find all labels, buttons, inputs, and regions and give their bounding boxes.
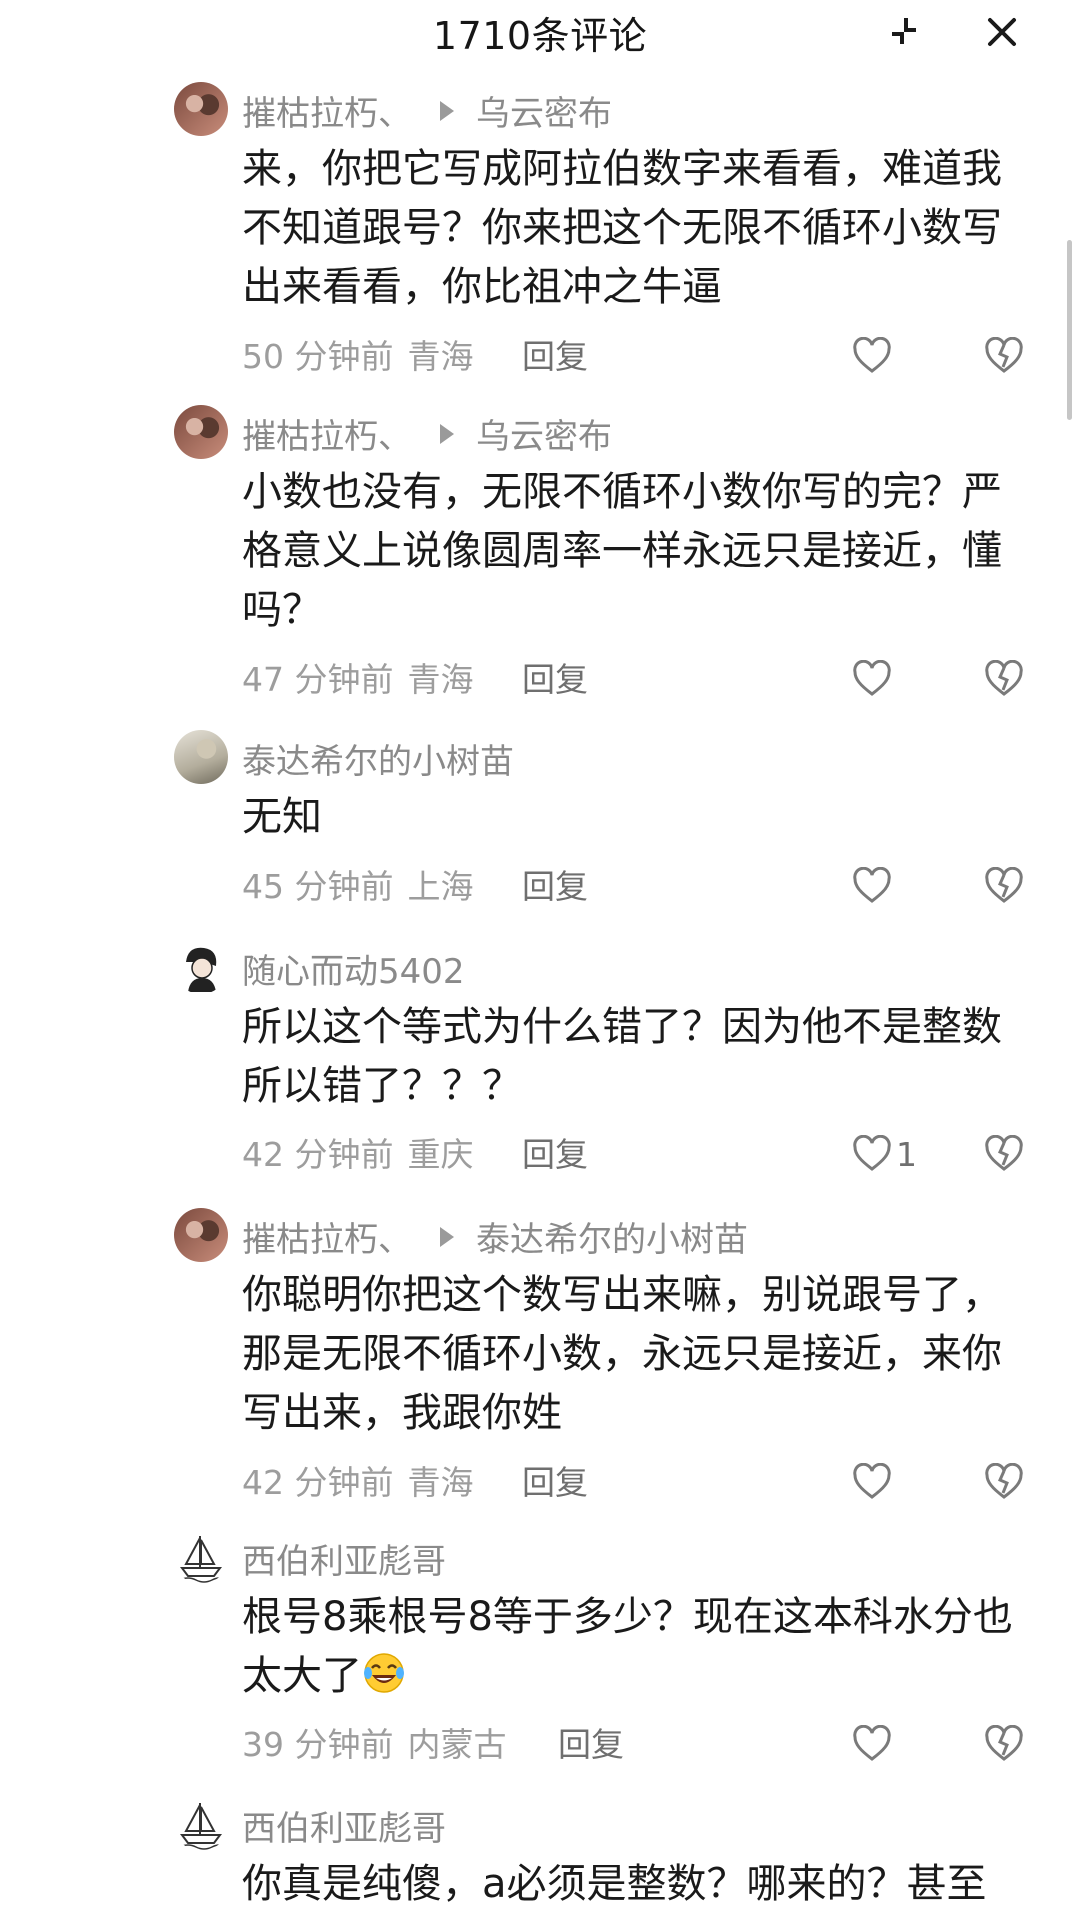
reply-button[interactable]: 回复 — [522, 860, 588, 908]
broken-heart-icon — [985, 337, 1023, 373]
comment-text: 小数也没有，无限不循环小数你写的完？严格意义上说像圆周率一样永远只是接近，懂吗？ — [242, 469, 1002, 633]
like-count: 1 — [896, 1134, 917, 1174]
comment-text: 你真是纯傻，a必须是整数？哪来的？甚至 — [242, 1861, 987, 1907]
heart-icon — [853, 1135, 891, 1171]
comment-time: 42 分钟前 — [242, 1463, 394, 1502]
like-button[interactable]: 1 — [852, 1130, 932, 1178]
dislike-button[interactable] — [980, 1458, 1028, 1506]
comment-text: 无知 — [242, 794, 322, 840]
broken-heart-icon — [985, 1463, 1023, 1499]
comment-location: 青海 — [407, 1463, 474, 1502]
comment-text: 根号8乘根号8等于多少？现在这本科水分也太大了 — [242, 1588, 1032, 1712]
reply-button[interactable]: 回复 — [522, 1128, 588, 1176]
reply-target[interactable]: 乌云密布 — [476, 86, 612, 135]
username[interactable]: 西伯利亚彪哥 — [242, 1801, 446, 1850]
avatar[interactable] — [174, 405, 228, 459]
reply-button[interactable]: 回复 — [558, 1718, 624, 1766]
comment-time: 39 分钟前 — [242, 1725, 394, 1764]
broken-heart-icon — [985, 867, 1023, 903]
avatar[interactable] — [174, 730, 228, 784]
like-button[interactable] — [852, 1720, 900, 1768]
heart-icon — [853, 660, 891, 696]
dislike-button[interactable] — [980, 1720, 1028, 1768]
reply-button[interactable]: 回复 — [522, 653, 588, 701]
username[interactable]: 摧枯拉朽、 — [242, 1212, 412, 1261]
comments-header: 1710条评论 — [0, 0, 1080, 64]
reply-button[interactable]: 回复 — [522, 1456, 588, 1504]
avatar[interactable] — [174, 940, 228, 994]
comment-text: 来，你把它写成阿拉伯数字来看看，难道我不知道跟号？你来把这个无限不循环小数写出来… — [242, 146, 1002, 310]
avatar[interactable] — [174, 1797, 228, 1851]
heart-icon — [853, 867, 891, 903]
comment-location: 青海 — [407, 660, 474, 699]
avatar[interactable] — [174, 1208, 228, 1262]
laughing-tears-emoji — [362, 1651, 406, 1712]
comment-time: 42 分钟前 — [242, 1135, 394, 1174]
username[interactable]: 随心而动5402 — [242, 944, 465, 993]
comment-location: 内蒙古 — [407, 1725, 507, 1764]
avatar[interactable] — [174, 82, 228, 136]
username[interactable]: 泰达希尔的小树苗 — [242, 734, 514, 783]
reply-target[interactable]: 乌云密布 — [476, 409, 612, 458]
like-button[interactable] — [852, 332, 900, 380]
dislike-button[interactable] — [980, 655, 1028, 703]
reply-arrow-icon — [440, 100, 454, 121]
comment-text: 你聪明你把这个数写出来嘛，别说跟号了，那是无限不循环小数，永远只是接近，来你写出… — [242, 1272, 1002, 1436]
heart-icon — [853, 1725, 891, 1761]
broken-heart-icon — [985, 1725, 1023, 1761]
username[interactable]: 摧枯拉朽、 — [242, 86, 412, 135]
reply-arrow-icon — [440, 423, 454, 444]
scrollbar[interactable] — [1067, 240, 1072, 420]
broken-heart-icon — [985, 660, 1023, 696]
like-button[interactable] — [852, 1458, 900, 1506]
comment-location: 上海 — [407, 867, 474, 906]
broken-heart-icon — [985, 1135, 1023, 1171]
heart-icon — [853, 1463, 891, 1499]
reply-target[interactable]: 泰达希尔的小树苗 — [476, 1212, 748, 1261]
comment-time: 47 分钟前 — [242, 660, 394, 699]
comment-text: 所以这个等式为什么错了？因为他不是整数所以错了？？？ — [242, 1004, 1002, 1109]
username[interactable]: 摧枯拉朽、 — [242, 409, 412, 458]
comment-location: 青海 — [407, 337, 474, 376]
heart-icon — [853, 337, 891, 373]
reply-arrow-icon — [440, 1226, 454, 1247]
comment-text-body: 根号8乘根号8等于多少？现在这本科水分也太大了 — [242, 1594, 1013, 1699]
comment-time: 45 分钟前 — [242, 867, 394, 906]
comment-time: 50 分钟前 — [242, 337, 394, 376]
collapse-icon[interactable] — [880, 8, 928, 56]
dislike-button[interactable] — [980, 1130, 1028, 1178]
comment-count-title: 1710条评论 — [432, 13, 648, 58]
reply-button[interactable]: 回复 — [522, 330, 588, 378]
like-button[interactable] — [852, 862, 900, 910]
username[interactable]: 西伯利亚彪哥 — [242, 1534, 446, 1583]
dislike-button[interactable] — [980, 332, 1028, 380]
comment-location: 重庆 — [407, 1135, 474, 1174]
dislike-button[interactable] — [980, 862, 1028, 910]
close-icon[interactable] — [978, 8, 1026, 56]
like-button[interactable] — [852, 655, 900, 703]
avatar[interactable] — [174, 1530, 228, 1584]
